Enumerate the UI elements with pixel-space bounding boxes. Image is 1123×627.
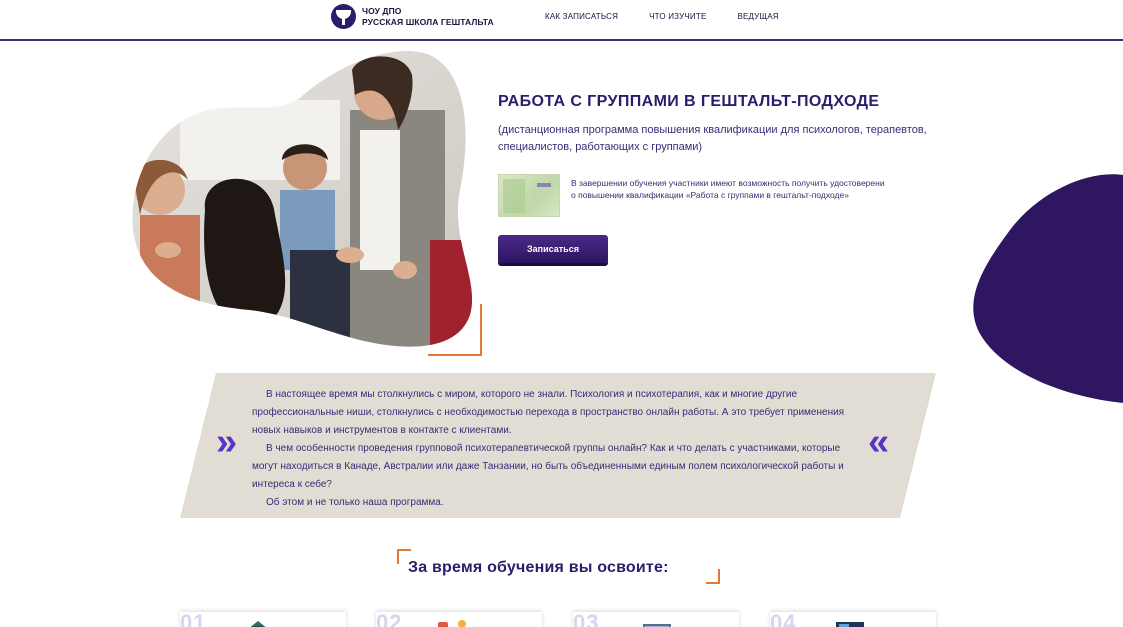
quote-open-icon: » [216, 421, 238, 463]
laptop-icon [643, 624, 671, 627]
section-corner-accent [706, 569, 720, 584]
certificate-image [498, 174, 560, 217]
card-number: 01 [180, 610, 207, 627]
quote-close-icon: « [868, 421, 890, 463]
card-number: 04 [770, 610, 797, 627]
intro-paragraph: В чем особенности проведения групповой п… [252, 443, 844, 490]
video-icon [836, 622, 864, 627]
decorative-blob [973, 174, 1123, 403]
section-title: За время обучения вы освоите: [408, 559, 669, 576]
hero-title: РАБОТА С ГРУППАМИ В ГЕШТАЛЬТ-ПОДХОДЕ [498, 93, 880, 110]
card-number: 02 [376, 610, 403, 627]
hero-subtitle: (дистанционная программа повышения квали… [498, 124, 927, 153]
card-number: 03 [573, 610, 600, 627]
enroll-button[interactable]: Записаться [498, 235, 608, 263]
intro-paragraph: В настоящее время мы столкнулись с миром… [252, 389, 845, 436]
building-icon [250, 621, 266, 627]
skill-card: 03 [573, 612, 739, 627]
skill-card: 02 [376, 612, 542, 627]
intro-text: В настоящее время мы столкнулись с миром… [252, 386, 852, 512]
hero-corner-accent [428, 304, 482, 356]
skill-card: 04 [770, 612, 936, 627]
certificate-text: В завершении обучения участники имеют во… [571, 178, 885, 200]
people-icon [438, 620, 466, 627]
skill-card: 01 [180, 612, 346, 627]
intro-paragraph: Об этом и не только наша программа. [266, 497, 444, 508]
